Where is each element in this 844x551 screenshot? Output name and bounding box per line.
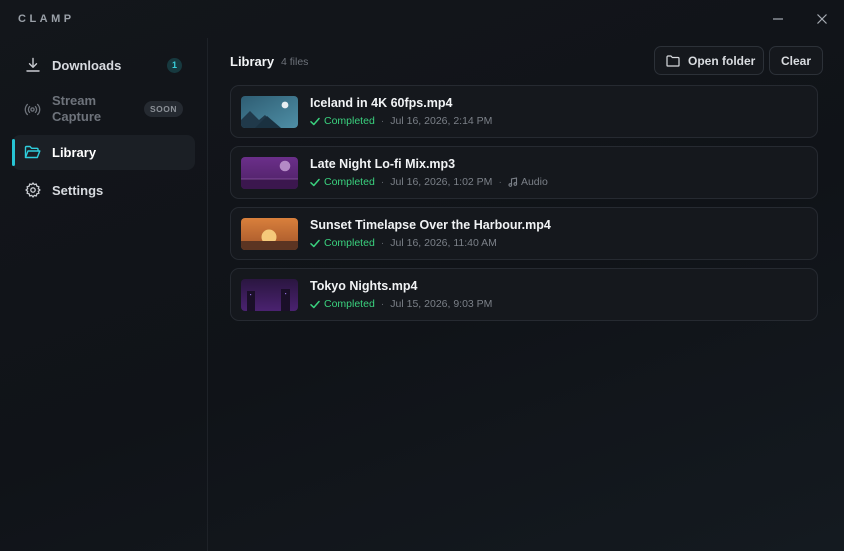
status-badge: Completed: [310, 298, 375, 310]
soon-badge: SOON: [143, 101, 183, 117]
title-bar: CLAMP: [0, 0, 844, 38]
status-text: Completed: [324, 237, 375, 249]
file-date: Jul 16, 2026, 1:02 PM: [390, 176, 493, 188]
audio-thumbnail: [241, 157, 298, 189]
file-date: Jul 16, 2026, 11:40 AM: [390, 237, 497, 249]
status-text: Completed: [324, 176, 375, 188]
close-button[interactable]: [808, 9, 836, 29]
sidebar-item-library[interactable]: Library: [12, 135, 195, 170]
file-meta: Completed · Jul 16, 2026, 1:02 PM · Audi…: [310, 176, 548, 188]
file-meta: Completed · Jul 16, 2026, 2:14 PM: [310, 115, 492, 127]
file-meta: Completed · Jul 16, 2026, 11:40 AM: [310, 237, 497, 249]
sidebar-item-label: Downloads: [52, 57, 122, 73]
status-text: Completed: [324, 115, 375, 127]
check-icon: [310, 300, 320, 308]
meta-separator: ·: [380, 176, 385, 188]
video-thumbnail: [241, 218, 298, 250]
status-badge: Completed: [310, 115, 375, 127]
file-type: Audio: [508, 176, 548, 188]
file-name: Sunset Timelapse Over the Harbour.mp4: [310, 218, 551, 232]
folder-icon: [666, 54, 680, 67]
downloads-count-badge: 1: [167, 57, 182, 73]
clear-button[interactable]: Clear: [769, 46, 823, 75]
file-item[interactable]: Iceland in 4K 60fps.mp4 Completed · Jul …: [230, 85, 818, 138]
file-name: Tokyo Nights.mp4: [310, 279, 418, 293]
file-type-label: Audio: [520, 176, 548, 188]
library-panel: Library 4 files Open folder Clear Icelan…: [208, 38, 844, 551]
sidebar-item-stream-capture[interactable]: Stream Capture SOON: [12, 89, 195, 129]
check-icon: [310, 117, 320, 125]
file-item[interactable]: Sunset Timelapse Over the Harbour.mp4 Co…: [230, 207, 818, 260]
status-badge: Completed: [310, 176, 375, 188]
status-badge: Completed: [310, 237, 375, 249]
sidebar-item-downloads[interactable]: Downloads 1: [12, 50, 195, 80]
download-icon: [24, 57, 41, 74]
close-icon: [817, 14, 827, 24]
file-count: 4 files: [281, 56, 309, 68]
open-folder-label: Open folder: [688, 53, 756, 68]
minimize-icon: [773, 18, 783, 20]
folder-open-icon: [24, 144, 41, 161]
sidebar-item-label: Library: [52, 145, 97, 160]
check-icon: [310, 239, 320, 247]
file-meta: Completed · Jul 15, 2026, 9:03 PM: [310, 298, 492, 310]
file-item[interactable]: Late Night Lo-fi Mix.mp3 Completed · Jul…: [230, 146, 818, 199]
sidebar: Downloads 1 Stream Capture SOON Library …: [0, 38, 208, 551]
sidebar-item-settings[interactable]: Settings: [12, 176, 195, 204]
meta-separator: ·: [380, 237, 385, 249]
minimize-button[interactable]: [764, 9, 792, 29]
meta-separator: ·: [380, 115, 385, 127]
page-title: Library: [230, 54, 275, 69]
app-window: CLAMP Downloads 1 Stream Capture SOON Li…: [0, 0, 844, 551]
file-name: Late Night Lo-fi Mix.mp3: [310, 157, 456, 171]
app-brand: CLAMP: [18, 13, 75, 25]
check-icon: [310, 178, 320, 186]
gear-icon: [24, 182, 41, 199]
meta-separator: ·: [498, 176, 502, 188]
meta-separator: ·: [380, 298, 385, 310]
file-name: Iceland in 4K 60fps.mp4: [310, 96, 453, 110]
file-item[interactable]: Tokyo Nights.mp4 Completed · Jul 15, 202…: [230, 268, 818, 321]
status-text: Completed: [324, 298, 375, 310]
clear-label: Clear: [780, 53, 812, 68]
sidebar-item-label: Stream Capture: [52, 93, 102, 124]
sidebar-item-label: Settings: [52, 182, 104, 198]
broadcast-icon: [24, 101, 41, 118]
open-folder-button[interactable]: Open folder: [654, 46, 764, 75]
file-date: Jul 16, 2026, 2:14 PM: [390, 115, 493, 127]
video-thumbnail: [241, 96, 298, 128]
file-date: Jul 15, 2026, 9:03 PM: [390, 298, 493, 310]
video-thumbnail: [241, 279, 298, 311]
music-note-icon: [508, 177, 518, 187]
